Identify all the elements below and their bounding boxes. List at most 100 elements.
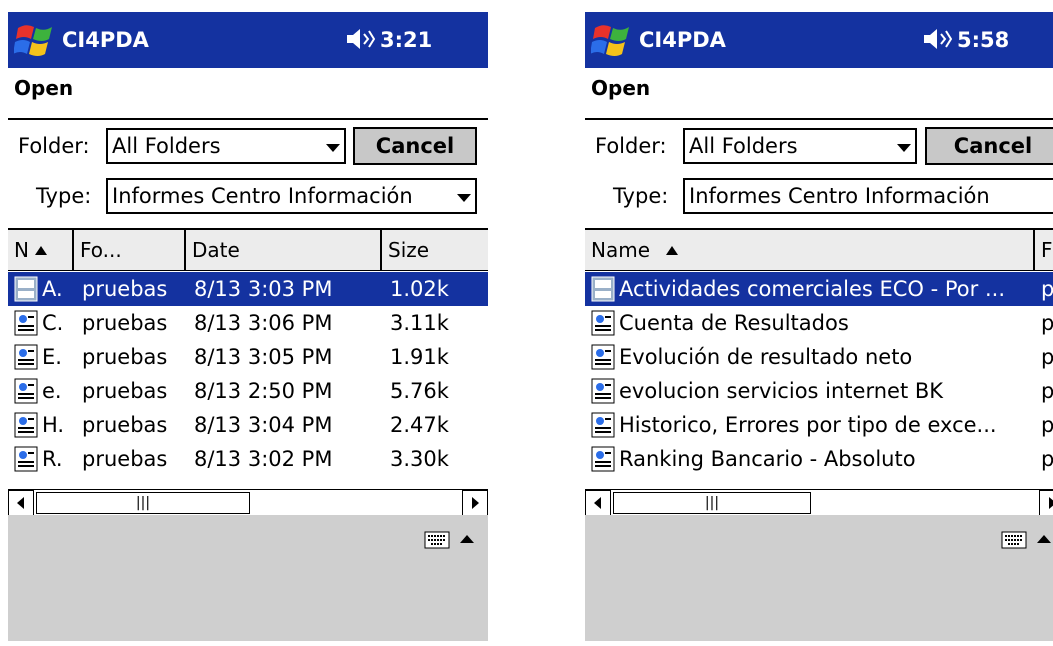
dialog-header [8,68,488,120]
type-dropdown[interactable]: Informes Centro Información [106,178,477,214]
file-date: 8/13 2:50 PM [194,379,333,403]
cancel-button[interactable]: Cancel [925,127,1053,165]
file-folder: p [1041,408,1053,442]
file-date: 8/13 3:05 PM [194,345,333,369]
file-date: 8/13 3:02 PM [194,447,333,471]
folder-dropdown[interactable]: All Folders [106,128,346,164]
column-folder-header[interactable]: Fo... [74,230,186,270]
document-icon [14,412,38,438]
scroll-left-button[interactable] [585,490,611,516]
speaker-icon[interactable] [345,26,375,52]
list-item[interactable]: Historico, Errores por tipo de exce... p [585,408,1053,442]
file-folder: p [1041,340,1053,374]
dialog-title: Open [14,76,74,100]
file-folder: pruebas [82,277,168,301]
dialog-header [585,68,1053,120]
arrow-right-icon [472,497,479,509]
document-icon [591,446,615,472]
file-date: 8/13 3:06 PM [194,311,333,335]
chevron-down-icon [457,194,471,202]
input-panel-arrow-icon[interactable] [460,535,474,543]
file-name: Historico, Errores por tipo de exce... [619,413,997,437]
horizontal-scrollbar[interactable]: ||| [8,489,488,516]
list-header: Name F [585,230,1053,271]
folder-value: All Folders [689,134,798,158]
type-label: Type: [36,184,92,208]
scroll-thumb[interactable]: ||| [36,492,250,514]
menu-bar [8,515,488,641]
horizontal-scrollbar[interactable]: ||| [585,489,1053,516]
list-item[interactable]: R. pruebas 8/13 3:02 PM 3.30k [8,442,488,476]
folder-label: Folder: [595,134,667,158]
folder-value: All Folders [112,134,221,158]
file-name: e. [42,379,62,403]
file-name: E. [42,345,62,369]
speaker-icon[interactable] [922,26,952,52]
arrow-left-icon [17,497,24,509]
keyboard-icon[interactable] [424,529,450,551]
document-icon [591,344,615,370]
pda-screen-right: CI4PDA 5:58 Open Folder: All Folders Can… [585,12,1053,641]
document-icon [591,310,615,336]
title-bar: CI4PDA 3:21 [8,12,488,68]
document-icon [591,378,615,404]
file-folder: p [1041,374,1053,408]
document-icon [591,412,615,438]
file-name: R. [42,447,63,471]
dialog-title: Open [591,76,651,100]
file-folder: pruebas [82,379,168,403]
file-name: evolucion servicios internet BK [619,379,944,403]
clock[interactable]: 3:21 [380,28,432,52]
list-item[interactable]: A. pruebas 8/13 3:03 PM 1.02k [8,272,488,306]
scroll-thumb[interactable]: ||| [613,492,811,514]
app-title: CI4PDA [639,28,726,52]
file-name: Ranking Bancario - Absoluto [619,447,916,471]
file-name: Actividades comerciales ECO - Por ... [619,277,1005,301]
scroll-right-button[interactable] [462,490,488,516]
cancel-button[interactable]: Cancel [353,127,477,165]
list-item[interactable]: C. pruebas 8/13 3:06 PM 3.11k [8,306,488,340]
folder-dropdown[interactable]: All Folders [683,128,917,164]
windows-logo-icon[interactable] [591,20,635,60]
file-name: H. [42,413,65,437]
type-value: Informes Centro Información [689,184,990,208]
clock[interactable]: 5:58 [957,28,1009,52]
document-icon [591,276,615,302]
list-item[interactable]: Ranking Bancario - Absoluto p [585,442,1053,476]
file-folder: pruebas [82,311,168,335]
file-date: 8/13 3:04 PM [194,413,333,437]
list-item[interactable]: E. pruebas 8/13 3:05 PM 1.91k [8,340,488,374]
file-size: 3.11k [390,311,449,335]
column-size-header[interactable]: Size [382,230,488,270]
file-folder: pruebas [82,345,168,369]
pda-screen-left: CI4PDA 3:21 Open Folder: All Folders Can… [8,12,488,641]
list-item[interactable]: Actividades comerciales ECO - Por ... p [585,272,1053,306]
document-icon [14,378,38,404]
list-item[interactable]: H. pruebas 8/13 3:04 PM 2.47k [8,408,488,442]
scroll-left-button[interactable] [8,490,34,516]
chevron-down-icon [897,144,911,152]
list-item[interactable]: evolucion servicios internet BK p [585,374,1053,408]
windows-logo-icon[interactable] [14,20,58,60]
input-panel-arrow-icon[interactable] [1037,535,1051,543]
document-icon [14,276,38,302]
keyboard-icon[interactable] [1001,529,1027,551]
list-item[interactable]: e. pruebas 8/13 2:50 PM 5.76k [8,374,488,408]
file-name: A. [42,277,63,301]
app-title: CI4PDA [62,28,149,52]
column-name-header[interactable]: N [8,230,74,270]
column-name-header[interactable]: Name [585,230,1035,270]
document-icon [14,310,38,336]
file-size: 1.91k [390,345,449,369]
type-dropdown[interactable]: Informes Centro Información [683,178,1053,214]
scroll-right-button[interactable] [1039,490,1053,516]
list-item[interactable]: Evolución de resultado neto p [585,340,1053,374]
file-folder: pruebas [82,413,168,437]
chevron-down-icon [326,144,340,152]
file-size: 1.02k [390,277,449,301]
list-item[interactable]: Cuenta de Resultados p [585,306,1053,340]
file-name: Cuenta de Resultados [619,311,849,335]
column-folder-header[interactable]: F [1035,230,1053,270]
title-bar: CI4PDA 5:58 [585,12,1053,68]
column-date-header[interactable]: Date [186,230,382,270]
